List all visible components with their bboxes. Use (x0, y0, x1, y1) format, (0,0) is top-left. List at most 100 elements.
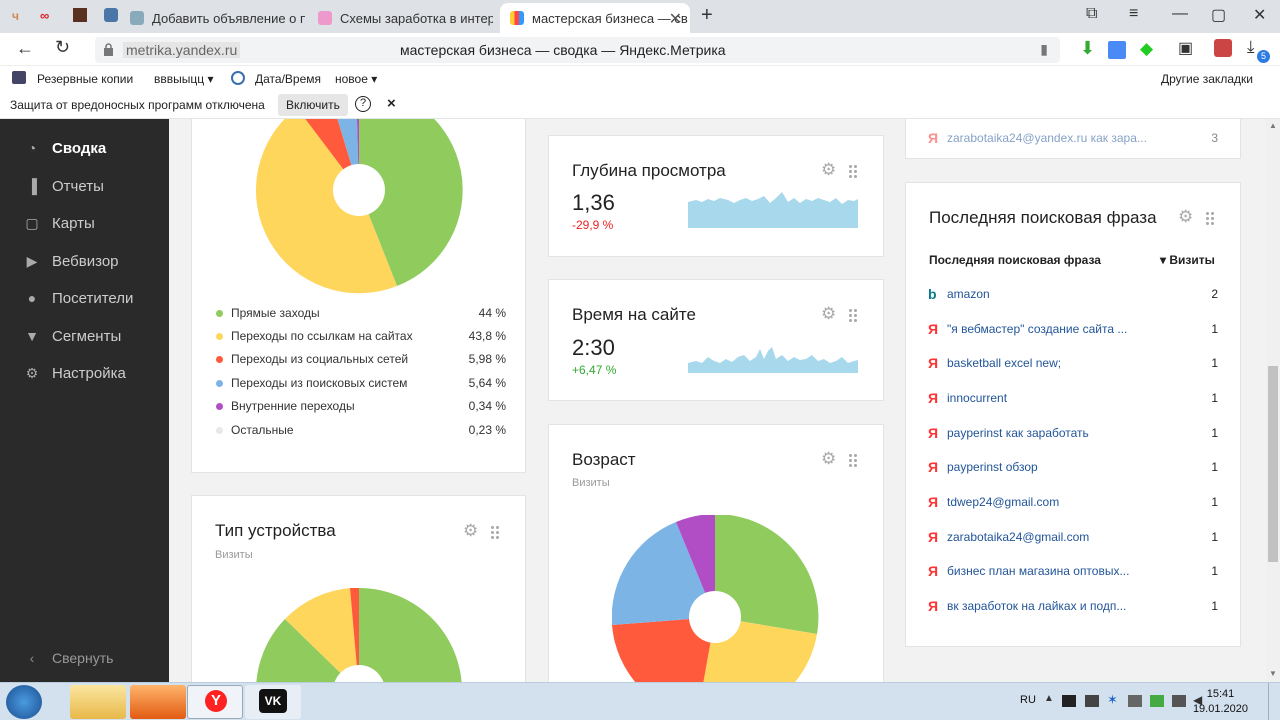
gear-icon[interactable]: ⚙ (1178, 207, 1193, 227)
shield-tray-icon[interactable] (1150, 695, 1164, 707)
legend-dot (216, 402, 223, 410)
media-taskbar-button[interactable] (130, 685, 186, 719)
explorer-taskbar-button[interactable] (70, 685, 126, 719)
sidebar-item-webvisor[interactable]: ▶ Вебвизор (22, 252, 119, 270)
bookmark-datetime[interactable]: Дата/Время (255, 72, 321, 86)
downloads-icon[interactable]: ⤓ (1247, 37, 1255, 57)
table-row[interactable]: b amazon 2 (928, 286, 1218, 302)
time-on-site-widget: Время на сайте ⚙ 2:30 +6,47 % (548, 279, 884, 401)
table-row[interactable]: Яpayperinst как заработать 1 (928, 425, 1218, 441)
close-tab-icon[interactable]: ✕ (669, 9, 682, 29)
drag-handle-icon[interactable] (490, 525, 500, 539)
legend-label: Остальные (231, 423, 294, 437)
drag-handle-icon[interactable] (848, 164, 858, 178)
column-header-visits[interactable]: ▾ Визиты (1160, 253, 1215, 267)
drag-handle-icon[interactable] (848, 308, 858, 322)
reload-icon[interactable]: ↻ (55, 37, 70, 58)
table-row[interactable]: Я zarabotaika24@yandex.ru как зара... 3 (928, 130, 1218, 146)
legend-item[interactable]: Прямые заходы 44 % (216, 306, 506, 320)
close-window-icon[interactable]: ✕ (1253, 5, 1266, 25)
tab-vk-ad[interactable]: Добавить объявление о пр (130, 3, 305, 33)
legend-item[interactable]: Переходы из социальных сетей 5,98 % (216, 352, 506, 366)
table-row[interactable]: Явк заработок на лайках и подп... 1 (928, 598, 1218, 614)
bell-icon[interactable]: ≡ (1129, 5, 1138, 23)
sidebar-item-segments[interactable]: ▼ Сегменты (22, 327, 121, 345)
minimize-icon[interactable]: — (1172, 5, 1188, 23)
back-icon[interactable]: ← (16, 38, 34, 59)
link-icon[interactable]: ∞ (40, 8, 49, 23)
vk-tray-icon[interactable] (1062, 695, 1076, 707)
sidebar-item-label: Сводка (52, 139, 107, 157)
drag-handle-icon[interactable] (1205, 211, 1215, 225)
widget-title: Последняя поисковая фраза (929, 208, 1157, 227)
table-row[interactable]: Я "я вебмастер" создание сайта ... 1 (928, 321, 1218, 337)
translate-icon[interactable] (1108, 41, 1126, 59)
table-row[interactable]: Яinnocurrent 1 (928, 390, 1218, 406)
legend-label: Переходы по ссылкам на сайтах (231, 329, 413, 343)
bookmark-manager-icon[interactable]: ⧉ (1086, 5, 1097, 23)
gear-icon[interactable]: ⚙ (821, 160, 836, 180)
user-icon: ● (27, 290, 37, 306)
shield-icon[interactable]: ◆ (1140, 39, 1153, 59)
bookmark-folder-1[interactable]: вввыыцц ▾ (154, 72, 213, 86)
show-desktop-button[interactable] (1268, 683, 1280, 720)
download-ext-icon[interactable]: ⬇ (1080, 38, 1095, 59)
drag-handle-icon[interactable] (848, 453, 858, 467)
sidebar-item-reports[interactable]: ▐ Отчеты (22, 177, 104, 195)
table-row[interactable]: Яtdwep24@gmail.com 1 (928, 494, 1218, 510)
close-warning-icon[interactable]: × (387, 95, 396, 112)
bookmark-backups[interactable]: Резервные копии (37, 72, 133, 86)
visit-count: 1 (1211, 564, 1218, 578)
legend-item[interactable]: Переходы из поисковых систем 5,64 % (216, 376, 506, 390)
feedback-icon[interactable]: ▣ (1178, 38, 1193, 58)
network-tray-icon[interactable] (1128, 695, 1142, 707)
extension-icon[interactable] (1214, 39, 1232, 57)
maximize-icon[interactable]: ▢ (1211, 5, 1226, 25)
phrase-text: zarabotaika24@yandex.ru как зара... (947, 131, 1147, 145)
legend-item[interactable]: Остальные 0,23 % (216, 423, 506, 437)
tab-metrika[interactable]: мастерская бизнеса — св ✕ (500, 3, 690, 33)
signal-tray-icon[interactable] (1172, 695, 1186, 707)
taskbar-clock[interactable]: 15:41 19.01.2020 (1193, 687, 1248, 717)
table-row[interactable]: Яpayperinst обзор 1 (928, 459, 1218, 475)
bookmark-icon[interactable]: ▮ (1040, 41, 1048, 58)
sidebar-collapse-button[interactable]: ‹ Свернуть (22, 649, 114, 667)
scroll-up-icon[interactable]: ▲ (1269, 121, 1277, 130)
bluetooth-tray-icon[interactable]: ✶ (1107, 692, 1118, 708)
column-header-phrase[interactable]: Последняя поисковая фраза (929, 253, 1101, 267)
site-favicon-icon[interactable] (73, 8, 87, 22)
new-tab-button[interactable]: + (701, 4, 713, 27)
play-icon: ▶ (26, 252, 38, 269)
scrollbar-thumb[interactable] (1268, 366, 1278, 562)
yandex-icon: Я (928, 425, 939, 441)
yandex-icon[interactable]: ч (12, 9, 19, 23)
gear-icon[interactable]: ⚙ (463, 521, 478, 541)
table-row[interactable]: Ябизнес план магазина оптовых... 1 (928, 563, 1218, 579)
help-icon[interactable]: ? (355, 96, 371, 112)
yandex-browser-taskbar-button[interactable]: Y (187, 685, 243, 719)
flag-tray-icon[interactable] (1085, 695, 1099, 707)
bookmark-new[interactable]: новое ▾ (335, 72, 377, 86)
start-button[interactable] (6, 685, 42, 719)
gear-icon[interactable]: ⚙ (821, 449, 836, 469)
url-field[interactable]: metrika.yandex.ru мастерская бизнеса — с… (95, 37, 1060, 63)
metric-value: 2:30 (572, 335, 615, 360)
page-scrollbar[interactable]: ▲ ▼ (1266, 119, 1280, 682)
sidebar-item-summary[interactable]: ◔ Сводка (22, 139, 106, 157)
table-row[interactable]: Яzarabotaika24@gmail.com 1 (928, 529, 1218, 545)
enable-protection-button[interactable]: Включить (278, 94, 348, 116)
tab-schemes[interactable]: Схемы заработка в интерн (318, 3, 493, 33)
legend-item[interactable]: Переходы по ссылкам на сайтах 43,8 % (216, 329, 506, 343)
sidebar-item-visitors[interactable]: ● Посетители (22, 289, 134, 307)
sidebar-item-maps[interactable]: ▢ Карты (22, 214, 94, 232)
vk-taskbar-button[interactable]: VK (245, 685, 301, 719)
scroll-down-icon[interactable]: ▼ (1269, 669, 1277, 678)
language-indicator[interactable]: RU (1020, 694, 1036, 706)
sidebar-item-settings[interactable]: ⚙ Настройка (22, 364, 126, 382)
legend-item[interactable]: Внутренние переходы 0,34 % (216, 399, 506, 413)
vk-icon[interactable] (104, 8, 118, 22)
gear-icon[interactable]: ⚙ (821, 304, 836, 324)
tray-expand-icon[interactable]: ▲ (1044, 693, 1054, 704)
table-row[interactable]: Яbasketball excel new; 1 (928, 355, 1218, 371)
other-bookmarks[interactable]: Другие закладки (1161, 72, 1253, 86)
